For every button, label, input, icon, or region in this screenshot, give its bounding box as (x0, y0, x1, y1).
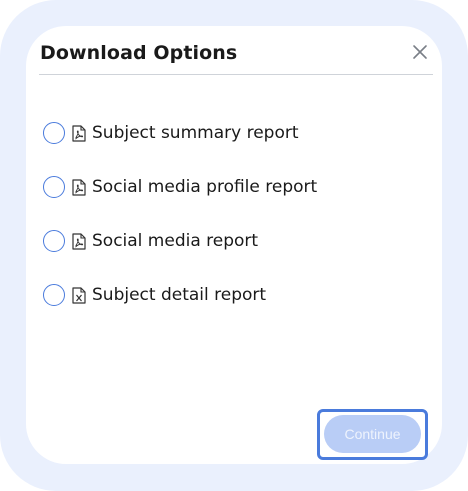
pdf-file-icon (72, 232, 86, 250)
radio-button[interactable] (43, 122, 65, 144)
option-label: Subject detail report (92, 285, 267, 305)
modal-backdrop: Download Options Subject summary report (0, 0, 468, 491)
dialog-header: Download Options (39, 40, 433, 75)
pdf-file-icon (72, 178, 86, 196)
pdf-file-icon (72, 124, 86, 142)
close-icon[interactable] (411, 43, 429, 61)
option-label: Subject summary report (92, 123, 299, 143)
excel-file-icon (72, 286, 86, 304)
option-social-media-report[interactable]: Social media report (43, 228, 373, 254)
option-subject-detail-report[interactable]: Subject detail report (43, 282, 373, 308)
continue-button[interactable]: Continue (324, 415, 421, 453)
option-label: Social media profile report (92, 177, 318, 197)
option-social-media-profile-report[interactable]: Social media profile report (43, 174, 373, 200)
radio-button[interactable] (43, 284, 65, 306)
option-subject-summary-report[interactable]: Subject summary report (43, 120, 373, 146)
option-label: Social media report (92, 231, 259, 251)
radio-button[interactable] (43, 230, 65, 252)
download-options-dialog: Download Options Subject summary report (26, 26, 442, 464)
dialog-title: Download Options (40, 42, 238, 64)
radio-button[interactable] (43, 176, 65, 198)
